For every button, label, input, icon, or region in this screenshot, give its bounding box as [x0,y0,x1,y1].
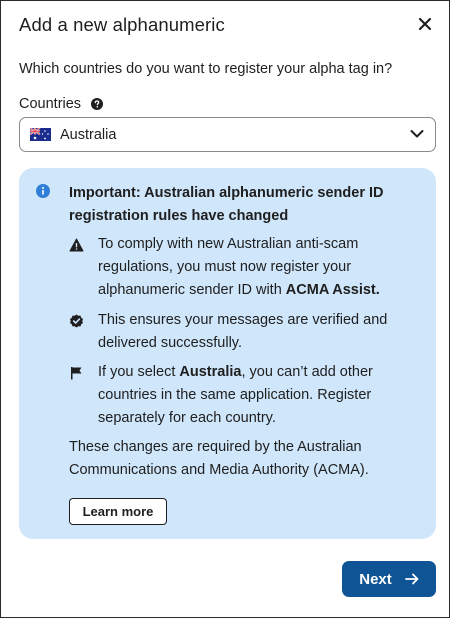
bullet-text: If you select Australia, you can’t add o… [98,361,403,430]
learn-more-button[interactable]: Learn more [69,498,167,525]
notice-bullet: This ensures your messages are verified … [69,309,403,355]
country-question: Which countries do you want to register … [19,61,393,77]
next-label: Next [359,570,392,588]
bullet-text: This ensures your messages are verified … [98,312,388,351]
country-select[interactable]: Australia [19,117,436,152]
bullet-text-bold: Australia [179,364,242,380]
bullet-text-part: If you select [98,364,180,380]
australia-flag-icon [30,128,51,141]
notice-bullet: To comply with new Australian anti-scam … [69,233,403,302]
close-icon[interactable] [417,16,433,32]
selected-country: Australia [60,126,117,143]
countries-label: Countries [19,96,82,112]
countries-label-row: Countries [19,96,104,112]
chevron-down-icon [410,130,424,138]
warning-icon [69,238,84,252]
notice-title: Important: Australian alphanumeric sende… [69,185,384,224]
notice-bullet: If you select Australia, you can’t add o… [69,361,403,430]
dialog-title: Add a new alphanumeric [19,14,225,35]
help-icon[interactable] [91,98,104,110]
verified-check-icon [70,314,83,328]
bullet-text: To comply with new Australian anti-scam … [98,233,403,302]
registration-notice: Important: Australian alphanumeric sende… [19,168,436,539]
bullet-text-bold: ACMA Assist. [285,282,380,298]
next-button[interactable]: Next [342,561,436,597]
arrow-right-icon [404,573,419,585]
notice-footer: These changes are required by the Austra… [69,439,369,478]
info-icon [36,184,50,198]
flag-icon [71,367,82,380]
add-alphanumeric-dialog: Add a new alphanumeric Which countries d… [0,0,450,618]
